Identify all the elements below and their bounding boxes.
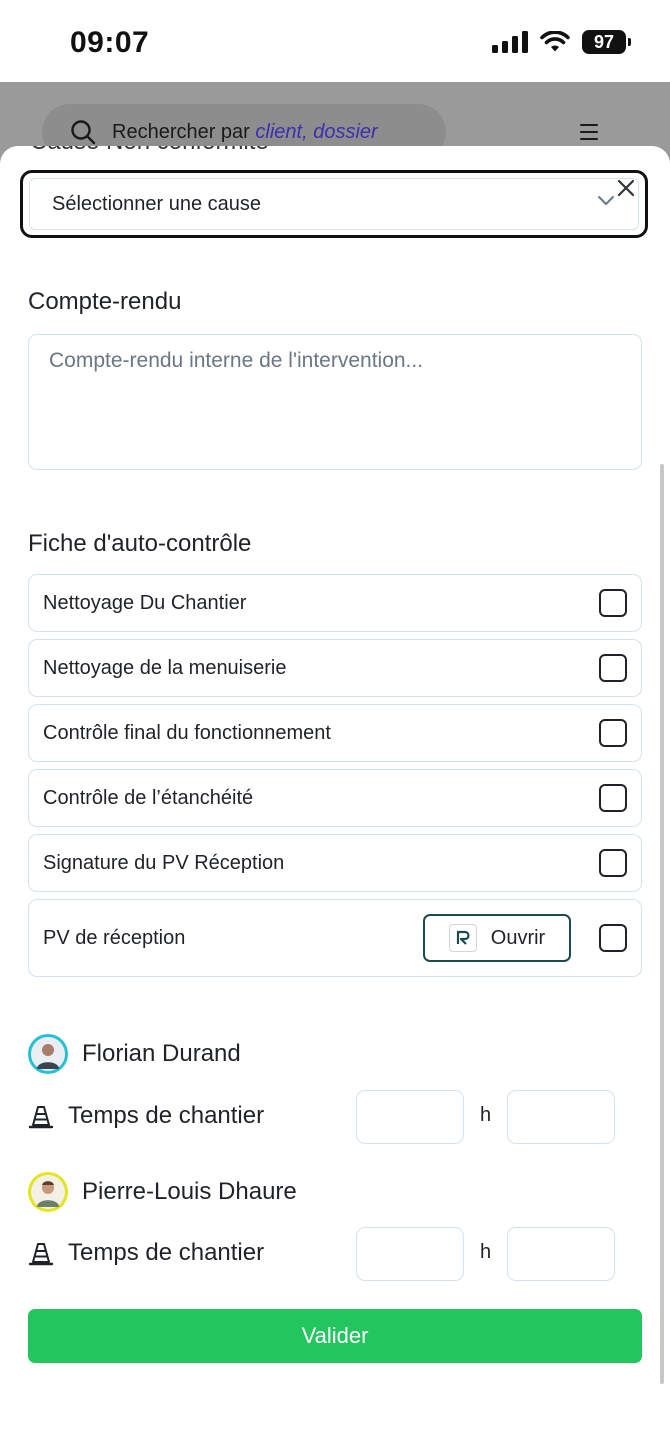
checklist-item-label: Signature du PV Réception <box>43 851 285 874</box>
checklist-checkbox[interactable] <box>599 654 627 682</box>
search-icon <box>71 120 96 145</box>
checklist-item-label: Contrôle final du fonctionnement <box>43 721 331 744</box>
checklist-item[interactable]: PV de réception Ouvrir <box>28 899 642 977</box>
wifi-icon <box>540 31 570 52</box>
report-label: Compte-rendu <box>28 288 182 315</box>
checklist-checkbox[interactable] <box>599 784 627 812</box>
app-logo-icon <box>448 924 477 952</box>
site-time-row: Temps de chantier h <box>28 1090 628 1144</box>
minutes-input[interactable] <box>507 1227 615 1281</box>
report-textarea[interactable]: Compte-rendu interne de l'intervention..… <box>28 334 642 470</box>
avatar <box>28 1034 68 1074</box>
hours-unit: h <box>480 1104 492 1126</box>
checklist-checkbox[interactable] <box>599 849 627 877</box>
traffic-cone-icon <box>28 1243 54 1266</box>
checklist-checkbox[interactable] <box>599 589 627 617</box>
search-placeholder-emphasis: client, dossier <box>255 120 378 143</box>
search-placeholder-prefix: Rechercher par <box>112 120 256 143</box>
avatar <box>28 1172 68 1212</box>
status-bar: 09:07 97 <box>0 0 670 82</box>
cellular-signal-icon <box>492 31 528 53</box>
submit-button[interactable]: Valider <box>28 1309 642 1363</box>
checklist-item-label: PV de réception <box>43 926 186 949</box>
hours-input[interactable] <box>356 1090 464 1144</box>
site-time-label: Temps de chantier <box>68 1102 265 1129</box>
checklist-item[interactable]: Nettoyage de la menuiserie <box>28 639 642 697</box>
checklist-item-label: Contrôle de l’étanchéité <box>43 786 254 809</box>
checklist-item-label: Nettoyage Du Chantier <box>43 591 247 614</box>
open-pv-button-label: Ouvrir <box>490 926 546 949</box>
hamburger-menu-icon[interactable] <box>580 124 598 145</box>
search-placeholder: Rechercher par client, dossier <box>112 121 378 144</box>
technician-name: Pierre-Louis Dhaure <box>82 1178 297 1205</box>
intervention-sheet: Cause Non conformité Sélectionner une ca… <box>0 146 670 1450</box>
status-icons: 97 <box>492 30 631 54</box>
technician-header: Pierre-Louis Dhaure <box>28 1172 297 1212</box>
checklist-item[interactable]: Nettoyage Du Chantier <box>28 574 642 632</box>
checklist-item[interactable]: Contrôle final du fonctionnement <box>28 704 642 762</box>
hours-unit: h <box>480 1241 492 1263</box>
technician-name: Florian Durand <box>82 1040 241 1067</box>
checklist-item[interactable]: Signature du PV Réception <box>28 834 642 892</box>
site-time-row: Temps de chantier h <box>28 1227 628 1281</box>
technician-header: Florian Durand <box>28 1034 241 1074</box>
site-time-label: Temps de chantier <box>68 1239 265 1266</box>
chevron-down-icon <box>598 196 614 205</box>
cause-label: Cause Non conformité <box>30 146 269 156</box>
checklist-item[interactable]: Contrôle de l’étanchéité <box>28 769 642 827</box>
open-pv-button[interactable]: Ouvrir <box>423 914 571 962</box>
cause-select[interactable]: Sélectionner une cause <box>20 170 648 238</box>
checklist-item-label: Nettoyage de la menuiserie <box>43 656 287 679</box>
traffic-cone-icon <box>28 1106 54 1129</box>
checklist-checkbox[interactable] <box>599 719 627 747</box>
minutes-input[interactable] <box>507 1090 615 1144</box>
status-time: 09:07 <box>70 26 150 59</box>
battery-indicator: 97 <box>582 30 631 54</box>
hours-input[interactable] <box>356 1227 464 1281</box>
checklist-label: Fiche d'auto-contrôle <box>28 530 252 557</box>
cause-select-value: Sélectionner une cause <box>29 178 639 230</box>
checklist-checkbox[interactable] <box>599 924 627 952</box>
close-icon[interactable] <box>615 177 637 199</box>
scrollbar[interactable] <box>660 464 664 1384</box>
